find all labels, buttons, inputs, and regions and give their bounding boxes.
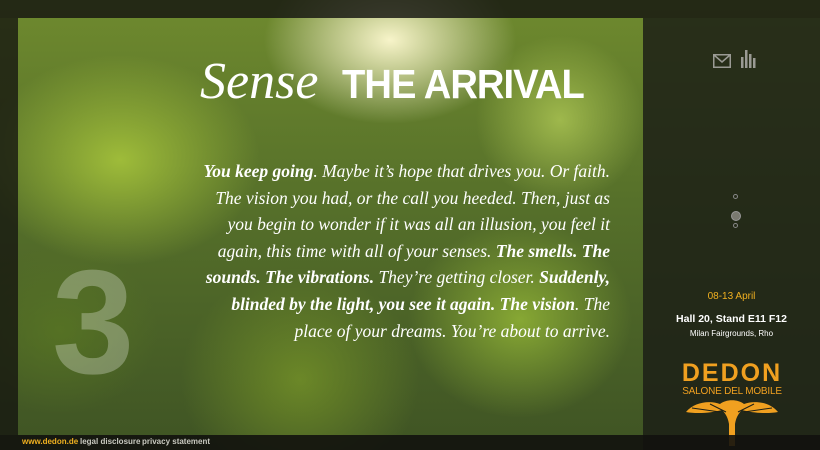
story-text: You keep going. Maybe it’s hope that dri… — [200, 158, 610, 373]
chapter-number: 3 — [52, 240, 135, 405]
logo-subtitle: SALONE DEL MOBILE — [682, 386, 782, 397]
pager-dot[interactable] — [733, 194, 738, 199]
footer-site-link[interactable]: www.dedon.de — [22, 437, 78, 446]
event-dates: 08-13 April — [707, 291, 756, 302]
pager-dot[interactable] — [733, 223, 738, 228]
title-bold: THE ARRIVAL — [342, 61, 585, 107]
bar-chart-icon[interactable] — [740, 50, 756, 68]
event-venue: Milan Fairgrounds, Rho — [689, 329, 774, 338]
top-bar — [0, 0, 820, 18]
title-script: Sense — [200, 53, 319, 110]
page-title: Sense THE ARRIVAL — [200, 52, 602, 112]
event-hall: Hall 20, Stand E11 F12 — [676, 313, 787, 325]
footer: www.dedon.de legal disclosure privacy st… — [0, 435, 820, 450]
mail-icon[interactable] — [713, 54, 731, 68]
story-segment: They’re getting closer. — [374, 267, 540, 288]
footer-legal-link[interactable]: legal disclosure — [80, 437, 140, 446]
logo-brand: DEDON — [681, 359, 783, 387]
footer-privacy-link[interactable]: privacy statement — [142, 437, 210, 446]
chapter-pager — [728, 192, 744, 232]
story-emphasis: You keep going — [203, 161, 314, 181]
pager-dot-active[interactable] — [731, 211, 741, 221]
left-bar — [0, 18, 18, 435]
dedon-logo[interactable]: DEDON SALONE DEL MOBILE — [680, 360, 784, 446]
